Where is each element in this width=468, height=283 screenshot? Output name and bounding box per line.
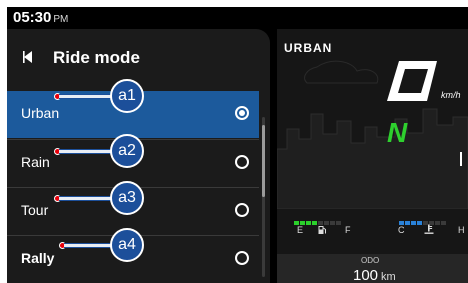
callout-line — [59, 149, 111, 154]
radio-icon[interactable] — [235, 203, 249, 217]
gauge-segment — [411, 221, 416, 225]
odometer-unit: km — [381, 271, 396, 283]
instrument-cluster: URBAN km/h N E F C H ODO 100 km — [277, 29, 468, 283]
callout-badge: a4 — [110, 228, 144, 262]
clock-time: 05:30 — [13, 9, 52, 26]
gauge-segment — [417, 221, 422, 225]
odometer: ODO 100 km — [277, 254, 468, 283]
speed-unit: km/h — [441, 90, 461, 100]
temp-hot-label: H — [458, 225, 465, 235]
callout-badge: a3 — [110, 181, 144, 215]
callout-line — [64, 243, 111, 248]
radio-icon[interactable] — [235, 155, 249, 169]
display-screen: 05:30PM Ride mode Urban Rain Tour Rally — [7, 7, 468, 283]
radio-icon[interactable] — [235, 251, 249, 265]
ride-mode-label: Tour — [21, 202, 49, 218]
callout-line — [59, 94, 111, 99]
city-skyline-background — [277, 60, 468, 209]
temp-cold-label: C — [398, 225, 405, 235]
radio-selected-icon[interactable] — [235, 106, 249, 120]
gear-indicator: N — [387, 117, 408, 148]
indicator-tick — [460, 152, 462, 166]
gauge-segment — [330, 221, 335, 225]
clock: 05:30 PM — [13, 9, 68, 26]
ride-mode-label: Urban — [21, 105, 60, 121]
gauge-segment — [312, 221, 317, 225]
gauge-segment — [336, 221, 341, 225]
page-title: Ride mode — [53, 48, 140, 67]
temperature-gauge — [399, 212, 447, 230]
scrollbar-thumb[interactable] — [262, 125, 265, 197]
thermometer-icon — [424, 224, 434, 234]
gauge-segment — [405, 221, 410, 225]
ride-mode-label: Rally — [21, 250, 55, 266]
odometer-value-row: 100 km — [353, 267, 396, 283]
ride-mode-indicator: URBAN — [284, 41, 333, 55]
ride-mode-label: Rain — [21, 154, 50, 170]
odometer-value: 100 — [353, 267, 379, 283]
fuel-empty-label: E — [297, 225, 304, 235]
callout-line — [59, 196, 111, 201]
panel-header: Ride mode — [7, 29, 270, 89]
clock-ampm: PM — [53, 14, 69, 25]
fuel-pump-icon — [318, 226, 326, 234]
odometer-label: ODO — [361, 256, 380, 265]
scrollbar[interactable] — [262, 117, 265, 277]
chevron-left-icon[interactable] — [21, 47, 35, 67]
speed-digit — [387, 61, 437, 101]
gauge-segment — [435, 221, 440, 225]
status-bar: 05:30 PM — [7, 7, 468, 29]
gauge-segment — [306, 221, 311, 225]
callout-badge: a1 — [110, 79, 144, 113]
gauge-segment — [441, 221, 446, 225]
callout-badge: a2 — [110, 134, 144, 168]
fuel-full-label: F — [345, 225, 351, 235]
